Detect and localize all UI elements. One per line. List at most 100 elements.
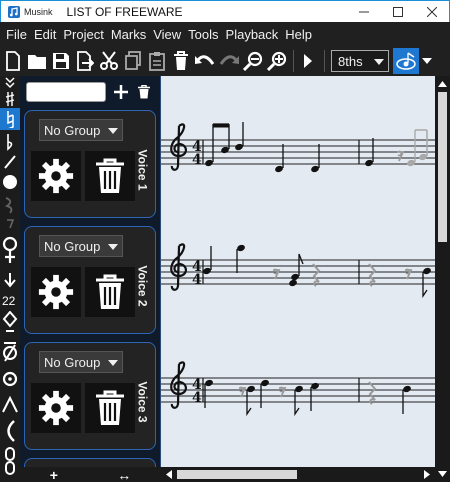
delete-icon[interactable] bbox=[170, 48, 192, 74]
vertical-scroll-thumb[interactable] bbox=[438, 92, 447, 242]
tool-strip: 22 bbox=[0, 76, 20, 482]
group-select[interactable]: No Group bbox=[39, 351, 123, 373]
note-length-value: 8ths bbox=[338, 53, 363, 69]
redo-icon[interactable] bbox=[218, 48, 240, 74]
small-rest-icon[interactable] bbox=[0, 217, 20, 231]
chain-icon[interactable] bbox=[0, 446, 20, 476]
voice-card: No Group Voice 2 bbox=[24, 226, 156, 334]
staff-system: 4 4 bbox=[161, 361, 435, 417]
toolbar-more-button[interactable] bbox=[421, 48, 433, 74]
staff-system: 4 4 bbox=[161, 122, 435, 173]
trash-icon[interactable] bbox=[135, 82, 153, 102]
trash-icon[interactable] bbox=[85, 151, 135, 201]
add-voice-button[interactable]: + bbox=[50, 467, 58, 482]
tuplet-icon[interactable]: 22 bbox=[0, 292, 20, 308]
toolbar-divider bbox=[293, 50, 294, 72]
accent-icon[interactable] bbox=[0, 394, 20, 416]
zoom-in-icon[interactable] bbox=[266, 48, 288, 74]
menu-bar: File Edit Project Marks View Tools Playb… bbox=[0, 22, 450, 46]
scroll-up-icon[interactable] bbox=[435, 78, 450, 90]
female-symbol-icon[interactable] bbox=[0, 234, 20, 266]
flat-icon[interactable] bbox=[0, 132, 20, 152]
menu-file[interactable]: File bbox=[4, 27, 32, 42]
double-chevron-icon[interactable] bbox=[0, 76, 20, 90]
treble-clef-icon bbox=[170, 361, 188, 409]
eye-view-button[interactable] bbox=[393, 48, 419, 74]
score-canvas[interactable]: 4 4 4 4 4 4 bbox=[161, 76, 435, 467]
note-head-icon[interactable] bbox=[0, 171, 20, 193]
undo-icon[interactable] bbox=[194, 48, 216, 74]
voice-card: No Group Voice 3 bbox=[24, 342, 156, 450]
scroll-right-icon[interactable] bbox=[421, 467, 433, 482]
note-length-select[interactable]: 8ths bbox=[331, 50, 389, 72]
minimize-icon[interactable] bbox=[347, 1, 381, 22]
rest-icon bbox=[368, 263, 376, 287]
copy-icon[interactable] bbox=[122, 48, 144, 74]
window-controls bbox=[347, 1, 449, 23]
gear-icon[interactable] bbox=[31, 383, 81, 433]
scroll-down-icon[interactable] bbox=[435, 467, 450, 482]
score-svg: 4 4 4 4 4 4 bbox=[161, 122, 435, 417]
rest-icon bbox=[312, 263, 320, 287]
menu-tools[interactable]: Tools bbox=[186, 27, 223, 42]
sharp-icon[interactable] bbox=[0, 90, 20, 108]
play-icon[interactable] bbox=[297, 48, 319, 74]
horizontal-scrollbar[interactable] bbox=[161, 467, 435, 482]
group-select[interactable]: No Group bbox=[39, 119, 123, 141]
down-arrow-icon[interactable] bbox=[0, 270, 20, 290]
plus-icon[interactable] bbox=[112, 82, 130, 102]
time-sig-bottom: 4 bbox=[192, 272, 202, 288]
voice-label: Voice 3 bbox=[136, 381, 151, 423]
treble-clef-icon bbox=[170, 123, 188, 171]
circle-mark-icon[interactable] bbox=[0, 366, 20, 392]
cut-icon[interactable] bbox=[98, 48, 120, 74]
toolbar-divider bbox=[324, 50, 325, 72]
trash-icon[interactable] bbox=[85, 383, 135, 433]
group-select[interactable]: No Group bbox=[39, 235, 123, 257]
maximize-icon[interactable] bbox=[381, 1, 415, 22]
chevron-down-icon bbox=[374, 59, 384, 65]
chevron-down-icon bbox=[108, 360, 118, 366]
menu-project[interactable]: Project bbox=[61, 27, 108, 42]
trash-icon[interactable] bbox=[85, 267, 135, 317]
voices-panel: No Group Voice 1 No Group Voice 2 No Gro… bbox=[20, 76, 161, 467]
menu-help[interactable]: Help bbox=[283, 27, 317, 42]
new-file-icon[interactable] bbox=[2, 48, 24, 74]
save-icon[interactable] bbox=[50, 48, 72, 74]
line-tool-icon[interactable] bbox=[0, 154, 20, 170]
export-icon[interactable] bbox=[74, 48, 96, 74]
open-folder-icon[interactable] bbox=[26, 48, 48, 74]
menu-view[interactable]: View bbox=[151, 27, 186, 42]
resize-voices-button[interactable]: ↔ bbox=[117, 467, 131, 482]
tie-icon[interactable] bbox=[0, 418, 20, 444]
voice-search-input[interactable] bbox=[26, 82, 106, 102]
scroll-corner bbox=[435, 467, 450, 482]
chevron-down-icon bbox=[108, 128, 118, 134]
paste-icon[interactable] bbox=[146, 48, 168, 74]
ornament-icon[interactable] bbox=[0, 310, 20, 336]
gear-icon[interactable] bbox=[31, 151, 81, 201]
app-window: Musink LIST OF FREEWARE File Edit Projec… bbox=[0, 0, 450, 482]
menu-playback[interactable]: Playback bbox=[224, 27, 284, 42]
scroll-left-icon[interactable] bbox=[163, 467, 175, 482]
vertical-scrollbar[interactable] bbox=[435, 76, 450, 467]
title-bar: Musink LIST OF FREEWARE bbox=[0, 0, 450, 22]
group-select-value: No Group bbox=[44, 122, 101, 138]
chevron-down-icon bbox=[108, 244, 118, 250]
zoom-out-icon[interactable] bbox=[242, 48, 264, 74]
app-logo-icon bbox=[6, 4, 22, 20]
svg-text:22: 22 bbox=[2, 294, 16, 307]
treble-clef-icon bbox=[170, 243, 188, 291]
close-icon[interactable] bbox=[415, 1, 449, 22]
rest-tool-icon[interactable] bbox=[0, 194, 20, 216]
voices-footer: + ↔ bbox=[20, 467, 161, 482]
gear-icon[interactable] bbox=[31, 267, 81, 317]
app-name: Musink bbox=[24, 6, 53, 17]
menu-edit[interactable]: Edit bbox=[32, 27, 61, 42]
time-sig-bottom: 4 bbox=[192, 152, 202, 168]
menu-marks[interactable]: Marks bbox=[109, 27, 151, 42]
natural-icon[interactable] bbox=[0, 108, 20, 130]
rest-icon bbox=[396, 150, 404, 162]
slash-icon[interactable] bbox=[0, 338, 20, 364]
horizontal-scroll-thumb[interactable] bbox=[177, 470, 297, 479]
